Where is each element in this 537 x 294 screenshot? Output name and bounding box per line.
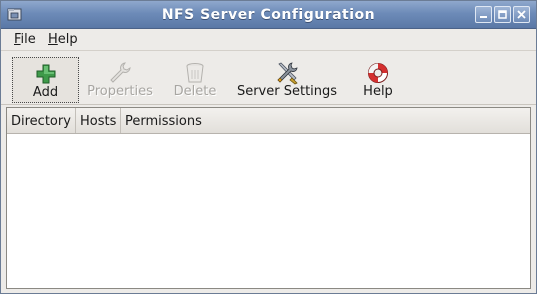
minimize-icon (480, 16, 487, 18)
tools-icon (277, 62, 298, 85)
column-header-directory[interactable]: Directory (7, 108, 76, 133)
server-settings-button[interactable]: Server Settings (235, 57, 339, 103)
column-header-hosts[interactable]: Hosts (76, 108, 121, 133)
toolbar: Add Properties Delete Server Settings He… (1, 52, 536, 105)
plus-icon (36, 64, 55, 84)
exports-list-body[interactable] (7, 134, 530, 288)
wrench-icon (110, 62, 131, 83)
nfs-config-window: NFS Server Configuration File Help Add P… (0, 0, 537, 294)
add-label: Add (32, 85, 59, 100)
close-icon (517, 10, 526, 19)
menu-help[interactable]: Help (48, 32, 78, 47)
properties-button[interactable]: Properties (85, 57, 155, 103)
delete-label: Delete (173, 84, 217, 99)
maximize-icon (498, 10, 507, 19)
maximize-button[interactable] (494, 6, 511, 23)
menu-bar: File Help (1, 29, 536, 51)
title-bar[interactable]: NFS Server Configuration (1, 1, 536, 29)
column-header-permissions[interactable]: Permissions (121, 108, 530, 133)
close-button[interactable] (513, 6, 530, 23)
help-label: Help (363, 84, 393, 99)
server-settings-label: Server Settings (236, 84, 338, 99)
lifebuoy-icon (368, 63, 388, 83)
properties-label: Properties (87, 84, 153, 99)
exports-list[interactable]: Directory Hosts Permissions (6, 107, 531, 289)
column-header-row: Directory Hosts Permissions (7, 108, 530, 134)
help-button[interactable]: Help (354, 57, 402, 103)
add-button[interactable]: Add (12, 57, 79, 103)
minimize-button[interactable] (475, 6, 492, 23)
delete-button[interactable]: Delete (168, 57, 222, 103)
menu-file[interactable]: File (14, 32, 36, 47)
window-title: NFS Server Configuration (161, 7, 376, 23)
trash-icon (186, 63, 204, 83)
